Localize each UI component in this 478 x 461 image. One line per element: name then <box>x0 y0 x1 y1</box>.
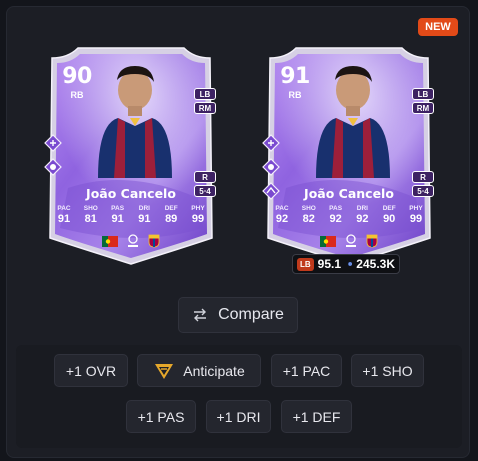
preferred-foot: R <box>412 171 434 183</box>
portugal-flag-icon <box>320 235 336 247</box>
anticipate-icon <box>155 363 174 379</box>
boost-dri[interactable]: +1 DRI <box>206 400 271 433</box>
price-value: 245.3K <box>356 257 395 271</box>
alt-position-rm: RM <box>194 102 216 114</box>
price-rating-row: LB 95.1 245.3K <box>292 254 400 274</box>
card-stats: PAC 92 SHO 82 PAS 92 DRI 92 DEF 90 PHY 99 <box>270 205 428 225</box>
stat-dri: DRI 91 <box>138 205 151 225</box>
boost-anticipate[interactable]: Anticipate <box>137 354 261 387</box>
player-portrait <box>98 66 172 178</box>
boost-sho[interactable]: +1 SHO <box>351 354 424 387</box>
card-player-name: João Cancelo <box>86 186 176 201</box>
card-rating: 90 <box>62 64 92 89</box>
compare-arrows-icon <box>194 308 207 322</box>
card-icons <box>256 234 442 248</box>
stat-sho: SHO 82 <box>301 205 316 225</box>
compare-button[interactable]: Compare <box>178 297 298 333</box>
boost-def[interactable]: +1 DEF <box>281 400 352 433</box>
stat-pas: PAS 92 <box>329 205 343 225</box>
stat-def: DEF 90 <box>382 205 396 225</box>
boost-ovr[interactable]: +1 OVR <box>54 354 128 387</box>
card-position: RB <box>70 90 84 100</box>
preferred-foot: R <box>194 171 216 183</box>
new-badge: NEW <box>418 18 458 36</box>
playstyle-plus-icon <box>44 158 62 176</box>
boost-pas[interactable]: +1 PAS <box>126 400 196 433</box>
playstyle-plus-icon <box>262 158 280 176</box>
laliga-icon <box>128 234 138 247</box>
stat-phy: PHY 99 <box>409 205 423 225</box>
position-rating: 95.1 <box>317 257 342 271</box>
alt-position-lb: LB <box>412 88 434 100</box>
card-player-name: João Cancelo <box>304 186 394 201</box>
stat-pac: PAC 92 <box>275 205 289 225</box>
position-badge: LB <box>297 257 314 271</box>
alt-position-rm: RM <box>412 102 434 114</box>
player-portrait <box>316 66 390 178</box>
stat-sho: SHO 81 <box>83 205 98 225</box>
coin-icon <box>348 262 353 266</box>
laliga-icon <box>346 234 356 247</box>
card-position: RB <box>288 90 302 100</box>
stat-pac: PAC 91 <box>57 205 71 225</box>
boost-pac[interactable]: +1 PAC <box>271 354 342 387</box>
compare-label: Compare <box>218 306 284 323</box>
stat-phy: PHY 99 <box>191 205 205 225</box>
barcelona-crest-icon <box>148 234 160 248</box>
alt-position-lb: LB <box>194 88 216 100</box>
card-icons <box>38 234 224 248</box>
player-card-upgraded[interactable]: 91 RB LB RM R 5⋅4 João Cancelo PAC 92 SHO… <box>256 38 442 266</box>
stat-pas: PAS 91 <box>111 205 125 225</box>
card-stats: PAC 91 SHO 81 PAS 91 DRI 91 DEF 89 PHY 99 <box>52 205 210 225</box>
playstyle-plus-icon <box>262 134 280 152</box>
card-rating: 91 <box>280 64 310 89</box>
playstyle-plus-icon <box>44 134 62 152</box>
stat-dri: DRI 92 <box>356 205 369 225</box>
portugal-flag-icon <box>102 235 118 247</box>
barcelona-crest-icon <box>366 234 378 248</box>
player-card-base[interactable]: 90 RB LB RM R 5⋅4 João Cancelo PAC 91 SHO… <box>38 38 224 266</box>
stat-def: DEF 89 <box>164 205 178 225</box>
